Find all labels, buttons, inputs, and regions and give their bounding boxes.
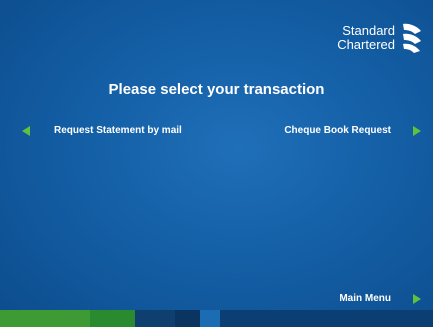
main-menu-option[interactable]: Main Menu	[339, 293, 421, 304]
footer-segment	[200, 310, 220, 327]
footer-segment	[175, 310, 200, 327]
cheque-book-request-label[interactable]: Cheque Book Request	[284, 125, 391, 136]
main-menu-label[interactable]: Main Menu	[339, 293, 391, 304]
green-arrow-right-icon[interactable]	[413, 125, 421, 136]
green-arrow-left-icon[interactable]	[22, 125, 30, 136]
request-statement-label[interactable]: Request Statement by mail	[54, 125, 182, 136]
cheque-book-request-option[interactable]: Cheque Book Request	[284, 125, 421, 136]
footer-segment	[135, 310, 175, 327]
footer-segment	[220, 310, 433, 327]
brand-name: Standard Chartered	[337, 24, 395, 52]
footer-color-bar	[0, 310, 433, 327]
brand-line-1: Standard	[342, 23, 395, 38]
page-title: Please select your transaction	[108, 81, 325, 98]
green-arrow-right-icon[interactable]	[413, 293, 421, 304]
brand-logo: Standard Chartered	[337, 22, 423, 54]
atm-screen: Standard Chartered Please select your tr…	[0, 0, 433, 327]
footer-segment	[90, 310, 135, 327]
request-statement-option[interactable]: Request Statement by mail	[22, 125, 182, 136]
footer-segment	[0, 310, 90, 327]
standard-chartered-logo-icon	[403, 23, 421, 53]
brand-line-2: Chartered	[337, 37, 395, 52]
